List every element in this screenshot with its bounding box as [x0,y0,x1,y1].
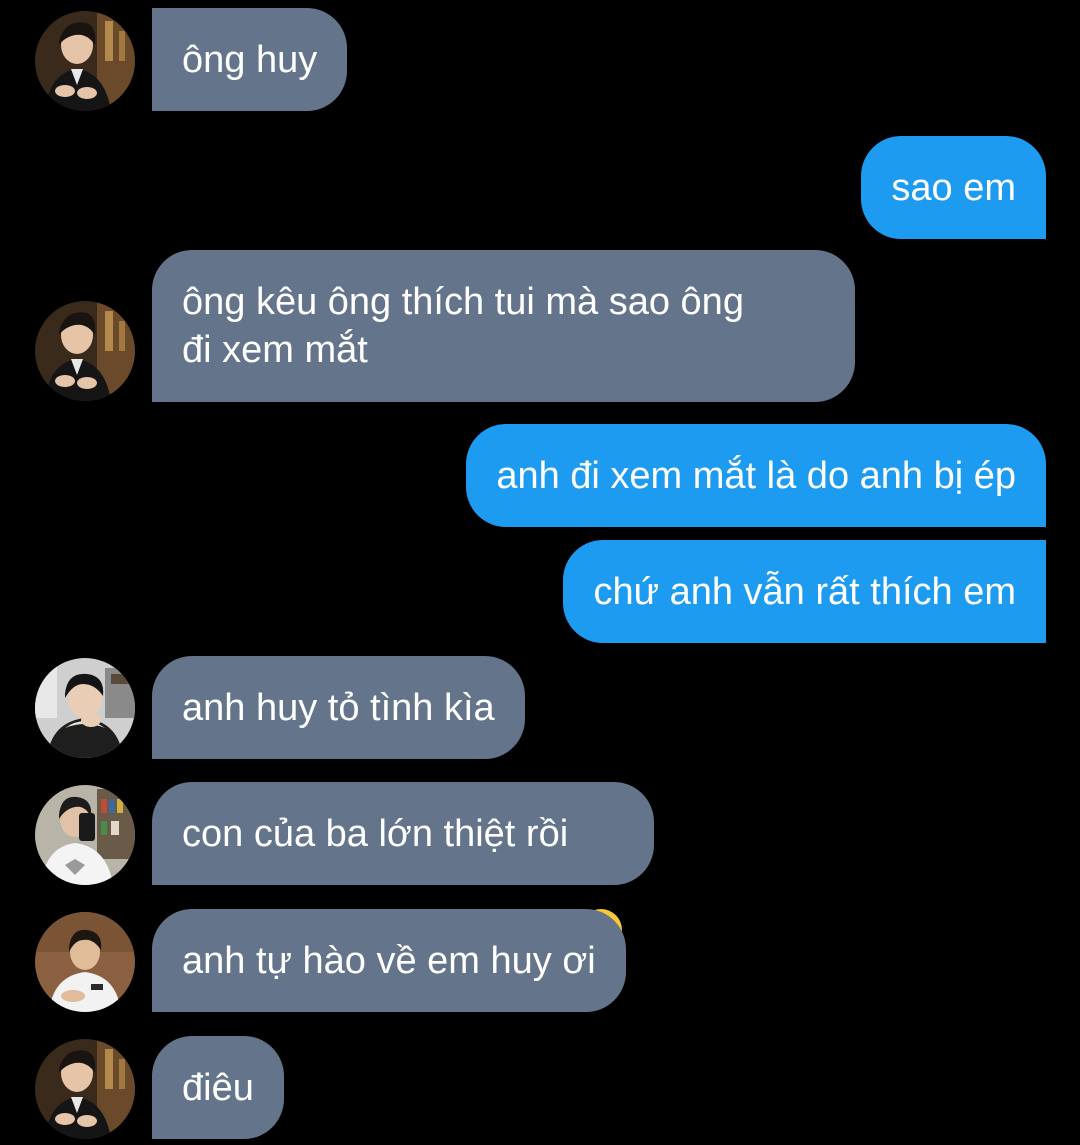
message-bubble-incoming[interactable]: anh huy tỏ tình kìa [152,656,525,759]
message-text: ông huy [182,38,318,81]
profile-photo-icon [35,785,135,885]
avatar-huy[interactable] [35,11,135,111]
avatar-huy[interactable] [35,1039,135,1139]
message-bubble-incoming[interactable]: anh tự hào về em huy ơi [152,909,626,1012]
message-bubble-incoming[interactable]: ông kêu ông thích tui mà sao ông đi xem … [152,250,855,402]
message-bubble-outgoing[interactable]: sao em [861,136,1046,239]
message-text: anh huy tỏ tình kìa [182,686,495,729]
avatar-mirror-selfie[interactable] [35,785,135,885]
message-text: ông kêu ông thích tui mà sao ông đi xem … [182,281,744,371]
message-bubble-outgoing[interactable]: chứ anh vẫn rất thích em [563,540,1046,643]
message-bubble-incoming[interactable]: con của ba lớn thiệt rồi [152,782,655,951]
message-text: anh đi xem mắt là do anh bị ép [496,454,1016,497]
profile-photo-icon [35,11,135,111]
message-bubble-incoming[interactable]: điêu [152,1036,284,1139]
profile-photo-icon [35,301,135,401]
message-text: điêu [182,1066,254,1109]
profile-photo-icon [35,912,135,1012]
message-text: sao em [891,166,1016,209]
profile-photo-icon [35,1039,135,1139]
message-text: anh tự hào về em huy ơi [182,939,596,982]
message-text: con của ba lớn thiệt rồi [182,812,569,855]
profile-photo-icon [35,658,135,758]
message-text: chứ anh vẫn rất thích em [593,570,1016,613]
avatar-white-shirt[interactable] [35,912,135,1012]
sneezing-face-icon [578,811,624,951]
avatar-huy[interactable] [35,301,135,401]
message-bubble-outgoing[interactable]: anh đi xem mắt là do anh bị ép [466,424,1046,527]
avatar-hoodie[interactable] [35,658,135,758]
message-bubble-incoming[interactable]: ông huy [152,8,348,111]
